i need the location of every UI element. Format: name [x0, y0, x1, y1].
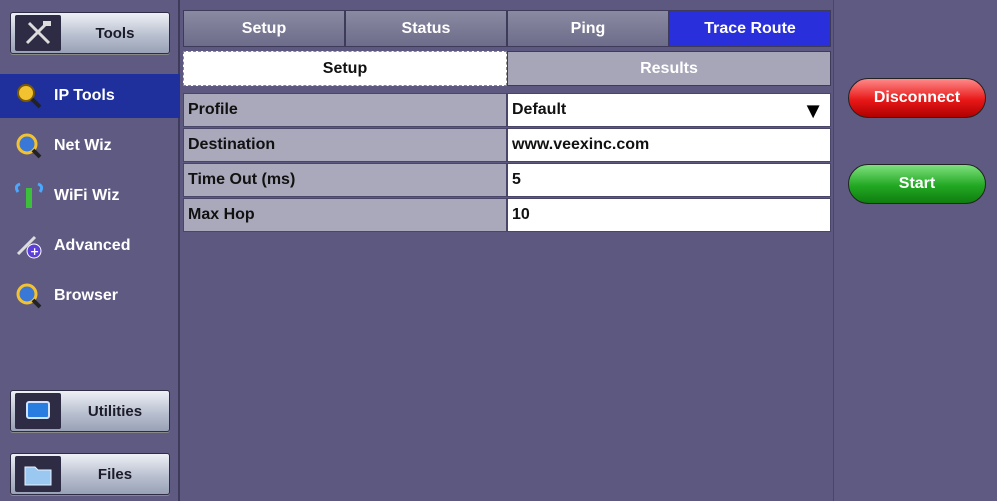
action-panel: Disconnect Start	[833, 0, 997, 501]
field-row-timeout: Time Out (ms) 5	[183, 163, 831, 197]
main-tabs: Setup Status Ping Trace Route	[183, 10, 831, 47]
profile-value: Default	[512, 101, 567, 118]
svg-text:+: +	[30, 245, 39, 258]
utilities-button[interactable]: Utilities	[10, 390, 170, 432]
browser-icon	[14, 281, 44, 311]
monitor-icon	[15, 393, 61, 429]
tools-label: Tools	[95, 24, 135, 42]
tools-icon	[15, 15, 61, 51]
settings-grid: Profile Default ▼ Destination www.veexin…	[183, 93, 831, 233]
field-row-profile: Profile Default ▼	[183, 93, 831, 127]
timeout-label: Time Out (ms)	[183, 163, 507, 197]
sidebar-item-advanced[interactable]: + Advanced	[0, 224, 180, 268]
sidebar-item-net-wiz[interactable]: Net Wiz	[0, 124, 180, 168]
max-hop-label: Max Hop	[183, 198, 507, 232]
files-label: Files	[97, 465, 133, 483]
folder-icon	[15, 456, 61, 492]
sidebar: Tools IP Tools Net Wiz WiFi Wiz + Advanc…	[0, 0, 180, 501]
destination-label: Destination	[183, 128, 507, 162]
timeout-input[interactable]: 5	[507, 163, 831, 197]
start-button[interactable]: Start	[848, 164, 986, 204]
field-row-destination: Destination www.veexinc.com	[183, 128, 831, 162]
profile-select[interactable]: Default ▼	[507, 93, 831, 127]
sub-tabs: Setup Results	[183, 51, 831, 86]
files-button[interactable]: Files	[10, 453, 170, 495]
max-hop-input[interactable]: 10	[507, 198, 831, 232]
sidebar-item-label: Net Wiz	[54, 137, 112, 154]
sidebar-item-label: IP Tools	[54, 87, 115, 104]
tab-setup[interactable]: Setup	[183, 10, 345, 47]
disconnect-button[interactable]: Disconnect	[848, 78, 986, 118]
sidebar-item-wifi-wiz[interactable]: WiFi Wiz	[0, 174, 180, 218]
advanced-icon: +	[14, 231, 44, 261]
sidebar-item-label: WiFi Wiz	[54, 187, 120, 204]
tab-status[interactable]: Status	[345, 10, 507, 47]
wifi-wiz-icon	[14, 181, 44, 211]
subtab-setup[interactable]: Setup	[183, 51, 507, 86]
field-row-max-hop: Max Hop 10	[183, 198, 831, 232]
profile-label: Profile	[183, 93, 507, 127]
subtab-results[interactable]: Results	[507, 51, 831, 86]
dropdown-arrow-icon: ▼	[802, 98, 824, 123]
destination-input[interactable]: www.veexinc.com	[507, 128, 831, 162]
tab-ping[interactable]: Ping	[507, 10, 669, 47]
net-wiz-icon	[14, 131, 44, 161]
ip-tools-icon	[14, 81, 44, 111]
sidebar-item-label: Advanced	[54, 237, 131, 254]
sidebar-item-ip-tools[interactable]: IP Tools	[0, 74, 180, 118]
tab-trace-route[interactable]: Trace Route	[669, 10, 831, 47]
utilities-label: Utilities	[87, 402, 143, 420]
tools-button[interactable]: Tools	[10, 12, 170, 54]
sidebar-item-label: Browser	[54, 287, 119, 304]
sidebar-item-browser[interactable]: Browser	[0, 274, 180, 318]
